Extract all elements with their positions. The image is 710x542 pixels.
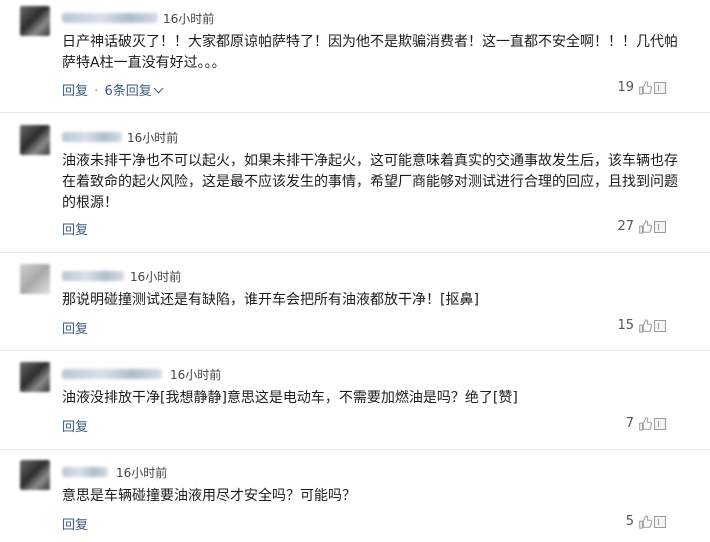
avatar[interactable] [20,125,50,155]
reply-button[interactable]: 回复 [62,322,88,337]
comment-text-line: 油液未排干净也不可以起火，如果未排干净起火，这可能意味着真实的交通事故发生后，该… [62,153,678,169]
comment-actions: 回复 [62,318,88,337]
comment-time: 16小时前 [130,270,182,284]
comment-list: 16小时前 日产神话破灭了！！大家都原谅帕萨特了！因为他不是欺骗消费者！这一直都… [0,0,710,542]
comment-time: 16小时前 [116,466,168,480]
thumbs-up-icon[interactable] [638,80,652,95]
divider [0,112,710,113]
like-count: 19 [617,80,634,95]
username-blurred[interactable] [62,369,162,379]
comment-actions: 回复 [62,416,88,435]
report-icon[interactable] [654,221,666,233]
comment-text-line: 日产神话破灭了！！大家都原谅帕萨特了！因为他不是欺骗消费者！这一直都不安全啊！！… [62,34,678,50]
username-blurred[interactable] [62,132,122,142]
divider [0,252,710,253]
thumbs-up-icon[interactable] [638,318,652,333]
avatar[interactable] [20,264,50,294]
avatar[interactable] [20,460,50,490]
thumbs-up-icon[interactable] [638,514,652,529]
comment-time: 16小时前 [163,12,215,26]
like-count: 27 [617,219,634,234]
report-icon[interactable] [654,320,666,332]
avatar[interactable] [20,6,50,36]
report-icon[interactable] [654,516,666,528]
thumbs-up-icon[interactable] [638,416,652,431]
comment: 16小时前 油液没排放干净[我想静静]意思这是电动车，不需要加燃油是吗？绝了[赞… [0,362,700,442]
separator-dot: · [94,84,99,99]
comment-text: 意思是车辆碰撞要油液用尽才安全吗？可能吗？ [62,486,664,507]
comment-text: 油液未排干净也不可以起火，如果未排干净起火，这可能意味着真实的交通事故发生后，该… [62,151,678,214]
comment-time: 16小时前 [127,131,179,145]
comment-text-line: 那说明碰撞测试还是有缺陷，谁开车会把所有油液都放干净！[抠鼻] [62,292,479,308]
comment: 16小时前 油液未排干净也不可以起火，如果未排干净起火，这可能意味着真实的交通事… [0,125,700,245]
divider [0,350,710,351]
comment-actions: 回复 [62,514,88,533]
report-icon[interactable] [654,82,666,94]
comment-text-line: 萨特A柱一直没有好过。。。 [62,55,226,71]
username-blurred[interactable] [62,467,108,477]
comment-text: 那说明碰撞测试还是有缺陷，谁开车会把所有油液都放干净！[抠鼻] [62,290,664,311]
view-replies-button[interactable]: 6条回复 [104,83,164,99]
comment-tools: 5 [625,514,666,529]
comment: 16小时前 那说明碰撞测试还是有缺陷，谁开车会把所有油液都放干净！[抠鼻] 回复… [0,264,700,344]
comment: 16小时前 意思是车辆碰撞要油液用尽才安全吗？可能吗？ 回复 5 [0,460,700,540]
comment: 16小时前 日产神话破灭了！！大家都原谅帕萨特了！因为他不是欺骗消费者！这一直都… [0,6,700,106]
comment-actions: 回复 [62,219,88,238]
reply-button[interactable]: 回复 [62,420,88,435]
divider [0,449,710,450]
comment-text-line: 意思是车辆碰撞要油液用尽才安全吗？可能吗？ [62,488,356,504]
comment-text: 日产神话破灭了！！大家都原谅帕萨特了！因为他不是欺骗消费者！这一直都不安全啊！！… [62,32,678,74]
like-count: 7 [625,416,634,431]
comment-tools: 19 [617,80,666,95]
avatar[interactable] [20,362,50,392]
comment-text-line: 在着致命的起火风险，这是最不应该发生的事情，希望厂商能够对测试进行合理的回应，且… [62,174,678,190]
comment-tools: 15 [617,318,666,333]
report-icon[interactable] [654,418,666,430]
comment-text-line: 油液没排放干净[我想静静]意思这是电动车，不需要加燃油是吗？绝了[赞] [62,390,518,406]
username-blurred[interactable] [62,13,158,23]
username-blurred[interactable] [62,271,124,281]
chevron-down-icon [153,83,164,94]
comment-tools: 27 [617,219,666,234]
reply-button[interactable]: 回复 [62,223,88,238]
comment-tools: 7 [625,416,666,431]
comment-actions: 回复 · 6条回复 [62,80,164,99]
reply-button[interactable]: 回复 [62,518,88,533]
reply-button[interactable]: 回复 [62,84,88,99]
comment-text-line: 的根源！ [62,195,118,211]
comment-time: 16小时前 [170,368,222,382]
comment-text: 油液没排放干净[我想静静]意思这是电动车，不需要加燃油是吗？绝了[赞] [62,388,664,409]
thumbs-up-icon[interactable] [638,219,652,234]
like-count: 15 [617,318,634,333]
view-replies-label: 6条回复 [104,84,152,99]
like-count: 5 [625,514,634,529]
